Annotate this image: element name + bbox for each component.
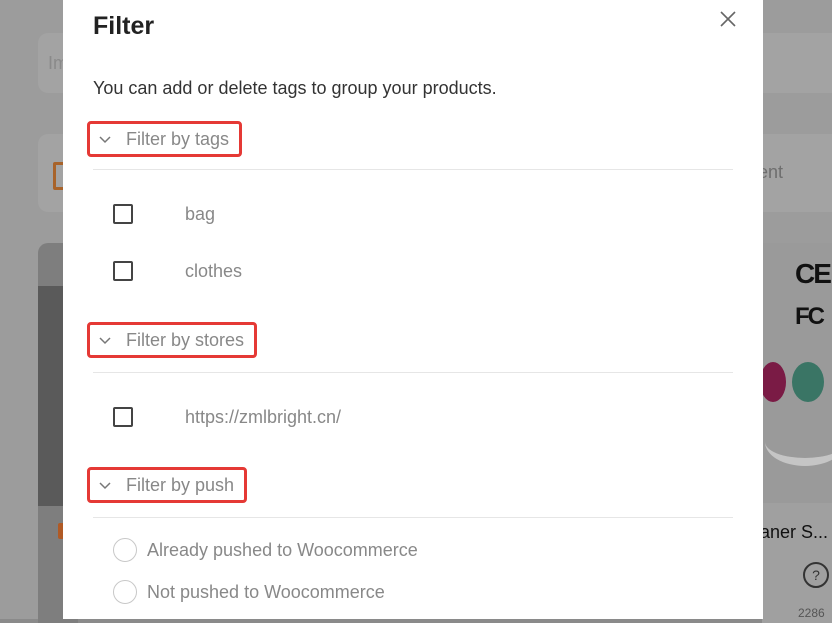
filter-by-push-header[interactable]: Filter by push: [87, 467, 248, 503]
tag-option-bag: bag: [113, 202, 215, 226]
push-option-not-pushed[interactable]: Not pushed to Woocommerce: [113, 579, 385, 605]
filter-by-tags-header[interactable]: Filter by tags: [87, 121, 243, 157]
divider: [93, 517, 733, 518]
filter-by-stores-label: Filter by stores: [126, 329, 245, 350]
chevron-down-icon: [99, 337, 111, 345]
modal-description: You can add or delete tags to group your…: [93, 78, 497, 98]
store-option: https://zmlbright.cn/: [113, 405, 341, 429]
ce-mark-logo: CE: [795, 258, 832, 289]
filter-by-tags-label: Filter by tags: [126, 128, 230, 149]
filter-modal: Filter You can add or delete tags to gro…: [63, 0, 763, 619]
not-pushed-label: Not pushed to Woocommerce: [147, 581, 385, 602]
divider: [93, 372, 733, 373]
tag-clothes-checkbox[interactable]: [113, 261, 133, 281]
chevron-down-icon: [99, 136, 111, 144]
already-pushed-radio[interactable]: [113, 538, 137, 562]
chevron-down-icon: [99, 482, 111, 490]
close-button[interactable]: [714, 5, 742, 33]
filter-by-push-label: Filter by push: [126, 474, 235, 495]
tag-option-clothes: clothes: [113, 259, 242, 283]
tag-bag-label: bag: [185, 204, 216, 224]
already-pushed-label: Already pushed to Woocommerce: [147, 539, 418, 560]
question-circle-icon: ?: [803, 562, 829, 588]
background-product-count: 2286: [798, 606, 825, 620]
not-pushed-radio[interactable]: [113, 580, 137, 604]
store-label: https://zmlbright.cn/: [185, 407, 342, 427]
close-icon: [720, 11, 736, 27]
fc-mark-logo: FC: [795, 303, 825, 330]
tag-clothes-label: clothes: [185, 261, 243, 281]
divider: [93, 169, 733, 170]
background-product-shape: [760, 362, 786, 402]
background-product-title: aner S...: [760, 522, 829, 542]
modal-title: Filter: [93, 12, 155, 40]
push-option-already-pushed[interactable]: Already pushed to Woocommerce: [113, 537, 418, 563]
filter-by-stores-header[interactable]: Filter by stores: [87, 322, 258, 358]
tag-bag-checkbox[interactable]: [113, 204, 133, 224]
store-checkbox[interactable]: [113, 407, 133, 427]
background-product-shape: [792, 362, 824, 402]
